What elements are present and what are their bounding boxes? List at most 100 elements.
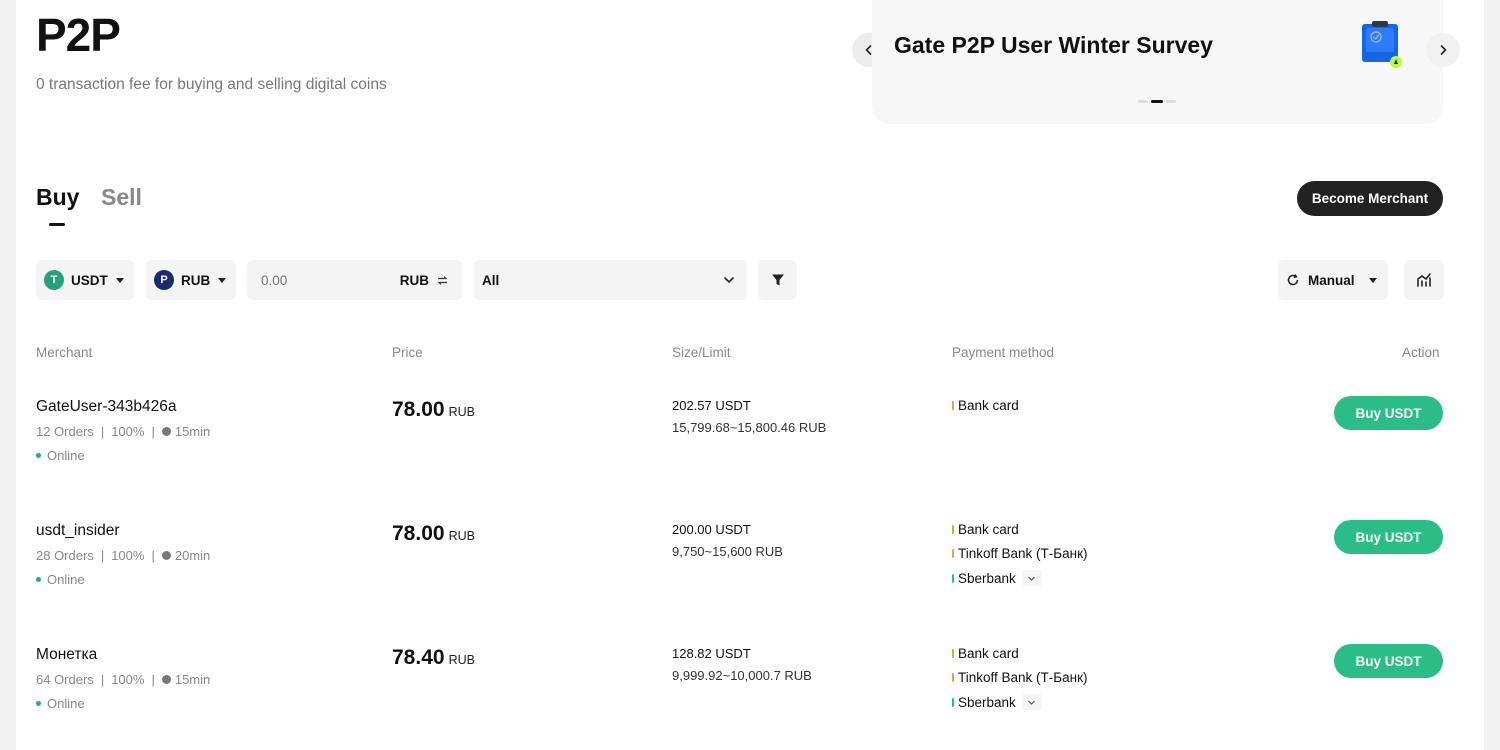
refresh-mode-select[interactable]: Manual	[1278, 260, 1388, 300]
order-limit: 9,999.92~10,000.7 RUB	[672, 668, 812, 683]
payment-color-bar	[952, 525, 954, 534]
refresh-mode-value: Manual	[1308, 272, 1355, 288]
payment-color-bar	[952, 697, 954, 707]
price-currency: RUB	[448, 529, 475, 543]
tab-buy[interactable]: Buy	[36, 184, 79, 211]
ruble-icon: P	[154, 270, 174, 290]
chevron-down-icon	[724, 277, 734, 284]
fiat-select-value: RUB	[181, 272, 211, 288]
caret-down-icon	[218, 277, 227, 283]
price: 78.00 RUB	[392, 522, 475, 546]
header-payment-method: Payment method	[952, 345, 1055, 360]
amount-currency-toggle[interactable]: RUB	[400, 273, 448, 288]
price-value: 78.40	[392, 646, 445, 669]
become-merchant-button[interactable]: Become Merchant	[1297, 181, 1443, 216]
price-value: 78.00	[392, 522, 445, 545]
table-row: GateUser-343b426a 12 Orders | 100% | 15min…	[16, 396, 1484, 522]
market-chart-button[interactable]	[1404, 260, 1444, 300]
clock-icon	[161, 675, 171, 684]
promo-banner[interactable]: Gate P2P User Winter Survey	[872, 0, 1443, 124]
clock-icon	[161, 427, 171, 436]
page-title: P2P	[36, 9, 121, 61]
price-currency: RUB	[448, 653, 475, 667]
online-status-label: Online	[47, 572, 85, 587]
payment-method-name: Bank card	[958, 398, 1019, 413]
filter-icon	[771, 274, 784, 286]
order-limit: 15,799.68~15,800.46 RUB	[672, 420, 827, 435]
available-size: 128.82 USDT	[672, 646, 751, 661]
payment-method-item: Sberbank	[952, 694, 1042, 710]
payment-method-select[interactable]: All	[474, 260, 747, 300]
completion-rate: 100%	[111, 424, 145, 439]
table-row: Монетка 64 Orders | 100% | 15min Online 78…	[16, 644, 1484, 750]
header-size-limit: Size/Limit	[672, 345, 731, 360]
payment-method-item: Sberbank	[952, 570, 1042, 586]
online-dot-icon	[36, 701, 41, 706]
payment-method-name: Sberbank	[958, 694, 1016, 710]
chevron-down-icon	[1028, 700, 1036, 705]
payment-method-name: Sberbank	[958, 570, 1016, 586]
payment-method-name: Bank card	[958, 646, 1019, 661]
header-price: Price	[392, 345, 423, 360]
coin-select-value: USDT	[71, 272, 108, 288]
payment-color-bar	[952, 401, 954, 410]
payment-color-bar	[952, 649, 954, 658]
payment-method-name: Tinkoff Bank (Т-Банк)	[958, 670, 1088, 685]
pagination-dot[interactable]	[1166, 100, 1176, 103]
pagination-dot-active[interactable]	[1151, 100, 1163, 103]
refresh-icon	[1287, 274, 1299, 286]
caret-down-icon	[115, 277, 124, 283]
release-time: 20min	[174, 548, 211, 563]
caret-down-icon	[1368, 277, 1377, 283]
fiat-select[interactable]: P RUB	[146, 260, 236, 300]
price: 78.40 RUB	[392, 646, 475, 670]
merchant-name[interactable]: Монетка	[36, 646, 97, 664]
buy-usdt-button[interactable]: Buy USDT	[1334, 520, 1443, 554]
coin-select[interactable]: T USDT	[36, 260, 134, 300]
amount-field[interactable]: RUB	[247, 260, 462, 300]
order-count: 64 Orders	[36, 672, 94, 687]
order-limit: 9,750~15,600 RUB	[672, 544, 783, 559]
payment-color-bar	[952, 673, 954, 682]
online-dot-icon	[36, 577, 41, 582]
banner-next-button[interactable]	[1426, 33, 1460, 67]
expand-payments-button[interactable]	[1021, 694, 1042, 710]
tether-icon: T	[44, 270, 64, 290]
merchant-name[interactable]: usdt_insider	[36, 522, 120, 540]
order-count: 12 Orders	[36, 424, 94, 439]
payment-color-bar	[952, 573, 954, 583]
amount-currency: RUB	[399, 272, 429, 288]
payment-method-value: All	[482, 272, 500, 288]
buy-usdt-button[interactable]: Buy USDT	[1334, 644, 1443, 678]
survey-clipboard-icon	[1362, 21, 1402, 68]
filter-button[interactable]	[758, 260, 797, 300]
merchant-name[interactable]: GateUser-343b426a	[36, 398, 176, 416]
price: 78.00 RUB	[392, 398, 475, 422]
page-subtitle: 0 transaction fee for buying and selling…	[36, 76, 387, 93]
clock-icon	[161, 551, 171, 560]
payment-method-name: Bank card	[958, 522, 1019, 537]
payment-method-item: Bank card	[952, 646, 1019, 661]
chevron-right-icon	[1440, 45, 1447, 55]
chevron-down-icon	[1028, 576, 1036, 581]
header-merchant: Merchant	[36, 345, 93, 360]
merchant-stats: 64 Orders | 100% | 15min	[36, 672, 211, 687]
pagination-dot[interactable]	[1138, 100, 1148, 103]
price-currency: RUB	[448, 405, 475, 419]
chart-icon	[1417, 273, 1431, 287]
payment-method-item: Tinkoff Bank (Т-Банк)	[952, 670, 1088, 685]
price-value: 78.00	[392, 398, 445, 421]
online-status: Online	[36, 572, 85, 587]
active-tab-indicator	[49, 223, 65, 226]
release-time: 15min	[174, 424, 211, 439]
expand-payments-button[interactable]	[1021, 570, 1042, 586]
available-size: 202.57 USDT	[672, 398, 751, 413]
table-row: usdt_insider 28 Orders | 100% | 20min Onli…	[16, 520, 1484, 646]
order-count: 28 Orders	[36, 548, 94, 563]
buy-usdt-button[interactable]: Buy USDT	[1334, 396, 1443, 430]
amount-input[interactable]	[261, 272, 371, 288]
tab-sell[interactable]: Sell	[101, 184, 142, 211]
merchant-stats: 12 Orders | 100% | 15min	[36, 424, 211, 439]
header-action: Action	[1402, 345, 1440, 360]
online-dot-icon	[36, 453, 41, 458]
